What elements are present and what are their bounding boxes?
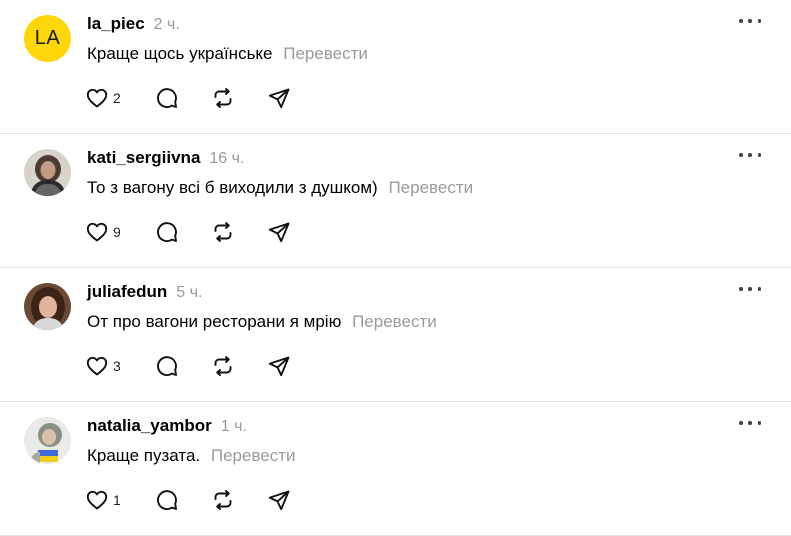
repost-button[interactable] (211, 487, 267, 513)
heart-icon (86, 490, 108, 510)
like-count: 9 (113, 224, 121, 240)
reply-button[interactable] (155, 85, 211, 111)
translate-link[interactable]: Перевести (352, 312, 437, 331)
username[interactable]: juliafedun (87, 282, 167, 302)
comment-icon (157, 222, 177, 243)
more-options-icon[interactable] (739, 418, 761, 428)
avatar-photo (24, 417, 71, 464)
translate-link[interactable]: Перевести (388, 178, 473, 197)
translate-link[interactable]: Перевести (211, 446, 296, 465)
username[interactable]: la_piec (87, 14, 145, 34)
post-time[interactable]: 5 ч. (176, 284, 202, 302)
translate-link[interactable]: Перевести (283, 44, 368, 63)
post-time[interactable]: 2 ч. (154, 16, 180, 34)
post-text-row: Краще щось українське Перевести (87, 44, 368, 64)
post-time[interactable]: 16 ч. (209, 150, 244, 168)
avatar[interactable] (24, 283, 71, 330)
repost-icon (214, 222, 232, 242)
post-text-row: От про вагони ресторани я мрію Перевести (87, 312, 437, 332)
post-header: kati_sergiivna 16 ч. (87, 148, 244, 168)
avatar[interactable] (24, 149, 71, 196)
username[interactable]: kati_sergiivna (87, 148, 200, 168)
send-icon (268, 356, 290, 377)
share-button[interactable] (267, 219, 307, 245)
post: kati_sergiivna 16 ч. То з вагону всі б в… (0, 134, 791, 268)
repost-icon (214, 490, 232, 510)
action-bar: 2 (85, 85, 307, 111)
share-button[interactable] (267, 353, 307, 379)
like-button[interactable]: 9 (85, 219, 155, 245)
heart-icon (86, 356, 108, 376)
post-header: natalia_yambor 1 ч. (87, 416, 247, 436)
comment-icon (157, 88, 177, 109)
heart-icon (86, 222, 108, 242)
like-button[interactable]: 2 (85, 85, 155, 111)
post: juliafedun 5 ч. От про вагони ресторани … (0, 268, 791, 402)
send-icon (268, 222, 290, 243)
share-button[interactable] (267, 85, 307, 111)
avatar-photo (24, 149, 71, 196)
action-bar: 9 (85, 219, 307, 245)
repost-icon (214, 356, 232, 376)
post-header: la_piec 2 ч. (87, 14, 180, 34)
post-text: Краще щось українське (87, 44, 273, 63)
action-bar: 3 (85, 353, 307, 379)
reply-button[interactable] (155, 219, 211, 245)
post: natalia_yambor 1 ч. Краще пузата. Переве… (0, 402, 791, 536)
avatar[interactable] (24, 417, 71, 464)
comment-icon (157, 490, 177, 511)
post-time[interactable]: 1 ч. (221, 418, 247, 436)
post-text: То з вагону всі б виходили з душком) (87, 178, 378, 197)
post-text: Краще пузата. (87, 446, 201, 465)
post: LA la_piec 2 ч. Краще щось українське Пе… (0, 0, 791, 134)
repost-button[interactable] (211, 85, 267, 111)
avatar-photo (24, 283, 71, 330)
more-options-icon[interactable] (739, 150, 761, 160)
reply-button[interactable] (155, 487, 211, 513)
heart-icon (86, 88, 108, 108)
like-count: 1 (113, 492, 121, 508)
post-text-row: Краще пузата. Перевести (87, 446, 296, 466)
more-options-icon[interactable] (739, 284, 761, 294)
post-header: juliafedun 5 ч. (87, 282, 202, 302)
avatar[interactable]: LA (24, 15, 71, 62)
action-bar: 1 (85, 487, 307, 513)
more-options-icon[interactable] (739, 16, 761, 26)
like-button[interactable]: 3 (85, 353, 155, 379)
username[interactable]: natalia_yambor (87, 416, 212, 436)
like-count: 2 (113, 90, 121, 106)
repost-button[interactable] (211, 353, 267, 379)
post-text: От про вагони ресторани я мрію (87, 312, 342, 331)
repost-icon (214, 88, 232, 108)
share-button[interactable] (267, 487, 307, 513)
comment-icon (157, 356, 177, 377)
repost-button[interactable] (211, 219, 267, 245)
send-icon (268, 490, 290, 511)
reply-button[interactable] (155, 353, 211, 379)
like-button[interactable]: 1 (85, 487, 155, 513)
like-count: 3 (113, 358, 121, 374)
send-icon (268, 88, 290, 109)
post-text-row: То з вагону всі б виходили з душком) Пер… (87, 178, 473, 198)
